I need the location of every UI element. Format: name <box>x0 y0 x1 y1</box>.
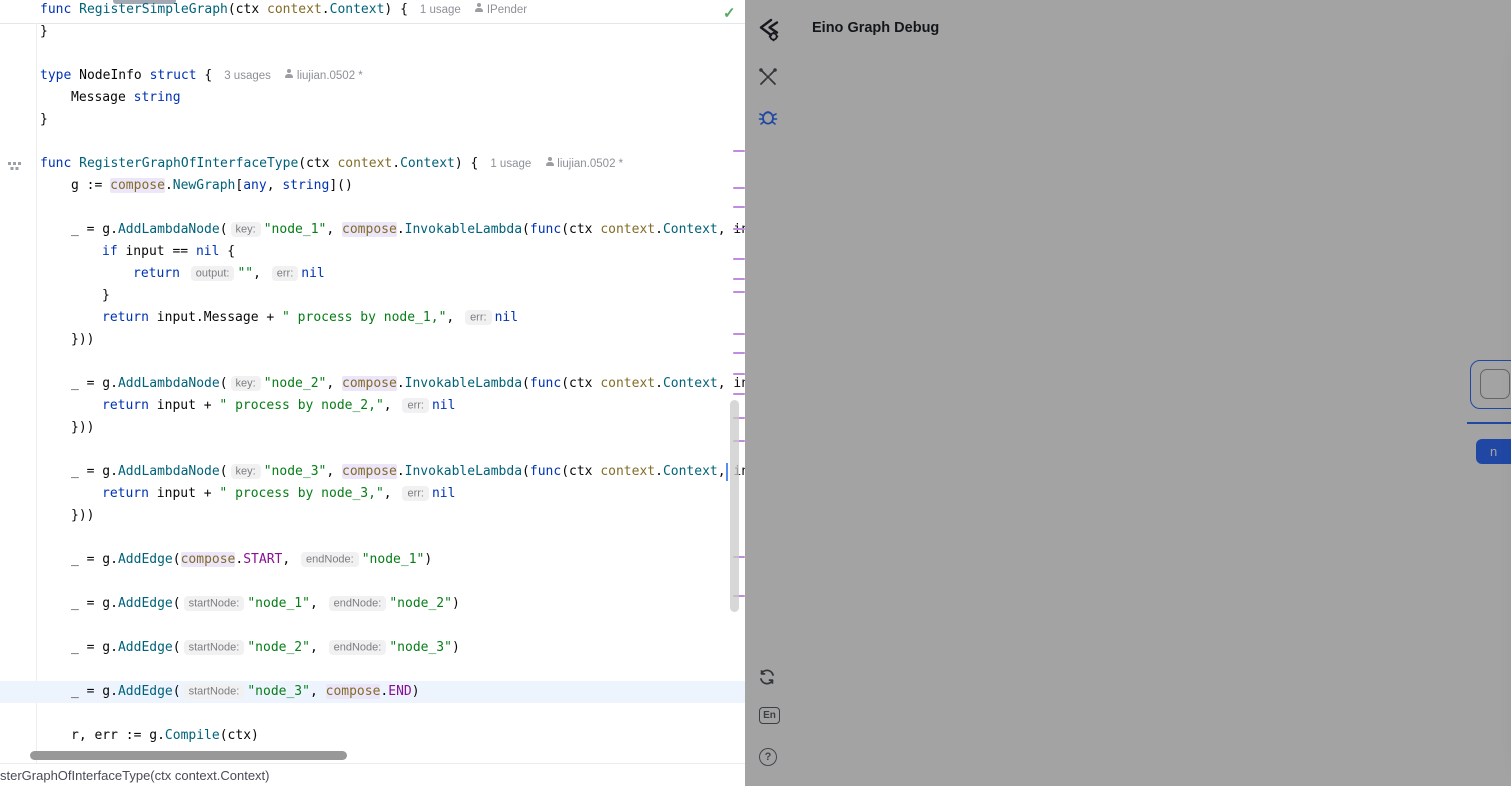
code-line: return input.Message + " process by node… <box>102 307 518 329</box>
code-line: _ = g.AddEdge(startNode:"node_2", endNod… <box>71 637 460 659</box>
code-line: _ = g.AddEdge(startNode:"node_1", endNod… <box>71 593 460 615</box>
code-lines: func RegisterSimpleGraph(ctx context.Con… <box>0 0 745 786</box>
change-marker <box>733 291 745 293</box>
code-line: _ = g.AddLambdaNode(key:"node_2", compos… <box>71 373 745 395</box>
code-line: } <box>40 21 48 43</box>
code-line: return output:"", err:nil <box>133 263 325 285</box>
author-icon <box>285 69 294 79</box>
code-line: type NodeInfo struct {3 usagesliujian.05… <box>40 65 363 87</box>
change-marker <box>733 278 745 280</box>
code-line: })) <box>71 329 94 351</box>
code-line: r, err := g.Compile(ctx) <box>71 725 259 747</box>
code-line: return input + " process by node_2,", er… <box>102 395 455 417</box>
modal-overlay <box>745 0 1511 786</box>
code-line: _ = g.AddEdge(startNode:"node_3", compos… <box>71 681 420 703</box>
change-marker <box>733 228 745 230</box>
text-caret <box>726 463 728 481</box>
author-icon <box>475 3 484 13</box>
code-line: })) <box>71 417 94 439</box>
code-line: return input + " process by node_3,", er… <box>102 483 455 505</box>
code-line: func RegisterGraphOfInterfaceType(ctx co… <box>40 153 623 175</box>
code-line: _ = g.AddEdge(compose.START, endNode:"no… <box>71 549 432 571</box>
code-line: } <box>40 109 48 131</box>
change-marker <box>733 333 745 335</box>
code-line: if input == nil { <box>102 241 235 263</box>
code-line: func RegisterSimpleGraph(ctx context.Con… <box>40 0 527 21</box>
code-line: Message string <box>71 87 181 109</box>
code-line: })) <box>71 505 94 527</box>
code-line: _ = g.AddLambdaNode(key:"node_1", compos… <box>71 219 745 241</box>
change-marker <box>733 187 745 189</box>
change-marker <box>733 373 745 375</box>
change-marker <box>733 150 745 152</box>
change-marker <box>733 206 745 208</box>
breadcrumb-text[interactable]: sterGraphOfInterfaceType(ctx context.Con… <box>0 768 270 783</box>
code-line: } <box>102 285 110 307</box>
change-marker <box>733 393 745 395</box>
code-line: _ = g.AddLambdaNode(key:"node_3", compos… <box>71 461 745 483</box>
code-line: g := compose.NewGraph[any, string]() <box>71 175 353 197</box>
eino-debug-panel: Eino Graph Debug <box>745 0 1511 786</box>
app-window: func RegisterSimpleGraph(ctx context.Con… <box>0 0 1511 786</box>
breadcrumb[interactable]: sterGraphOfInterfaceType(ctx context.Con… <box>0 763 745 786</box>
code-editor[interactable]: func RegisterSimpleGraph(ctx context.Con… <box>0 0 745 786</box>
horizontal-scrollbar-thumb[interactable] <box>30 751 347 760</box>
change-marker <box>733 352 745 354</box>
author-icon <box>545 157 554 167</box>
vertical-scrollbar-thumb[interactable] <box>730 400 739 612</box>
inspection-ok-icon: ✓ <box>723 4 736 22</box>
change-marker <box>733 258 745 260</box>
